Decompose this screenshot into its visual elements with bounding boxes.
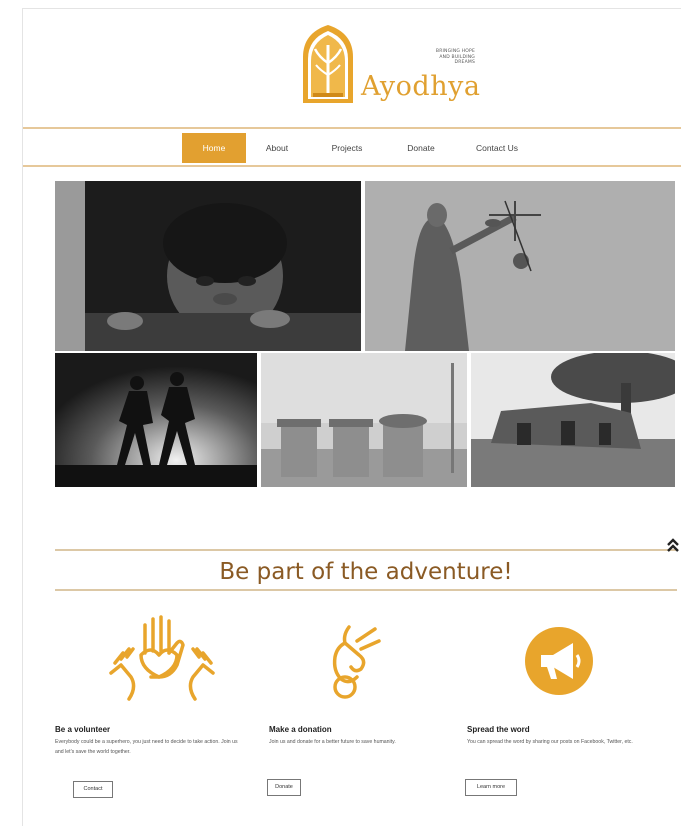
lady-justice-statue-photo xyxy=(365,181,675,351)
hand-coin-icon xyxy=(332,625,381,699)
feature-description: You can spread the word by sharing our p… xyxy=(467,739,633,745)
section-title: Be part of the adventure! xyxy=(219,559,513,585)
ayodhya-logo-icon xyxy=(303,25,353,103)
divider xyxy=(55,589,677,591)
nav-item-donate[interactable]: Donate xyxy=(386,133,456,163)
learn-more-button[interactable]: Learn more xyxy=(465,779,517,796)
feature-donation: Make a donation Join us and donate for a… xyxy=(267,615,453,805)
feature-description: Everybody could be a superhero, you just… xyxy=(55,739,238,755)
brand-tagline: BRINGING HOPE AND BUILDING DREAMS xyxy=(435,49,475,65)
page-frame: BRINGING HOPE AND BUILDING DREAMS Ayodhy… xyxy=(22,8,681,826)
feature-spread-word: Spread the word You can spread the word … xyxy=(465,615,651,805)
megaphone-icon xyxy=(525,627,593,695)
child-peeking-photo xyxy=(55,181,361,351)
raised-hands-heart-icon xyxy=(109,615,215,701)
nav-item-contact-us[interactable]: Contact Us xyxy=(456,133,538,163)
double-chevron-up-icon xyxy=(667,538,679,552)
trash-bins-photo xyxy=(261,353,467,487)
feature-title: Make a donation xyxy=(269,725,332,734)
scroll-to-top-button[interactable] xyxy=(664,537,681,555)
nav-menu: Home About Projects Donate Contact Us xyxy=(182,133,538,165)
running-silhouettes-photo xyxy=(55,353,257,487)
contact-button[interactable]: Contact xyxy=(73,781,113,798)
rural-huts-photo xyxy=(471,353,675,487)
divider xyxy=(55,549,677,551)
nav-item-home[interactable]: Home xyxy=(182,133,246,163)
feature-title: Be a volunteer xyxy=(55,725,111,734)
feature-volunteer: Be a volunteer Everybody could be a supe… xyxy=(55,615,241,805)
nav-item-projects[interactable]: Projects xyxy=(308,133,386,163)
nav-item-about[interactable]: About xyxy=(246,133,308,163)
site-logo[interactable]: BRINGING HOPE AND BUILDING DREAMS Ayodhy… xyxy=(299,23,481,107)
donate-button[interactable]: Donate xyxy=(267,779,301,796)
feature-title: Spread the word xyxy=(467,725,530,734)
main-navigation: Home About Projects Donate Contact Us xyxy=(23,127,681,167)
feature-description: Join us and donate for a better future t… xyxy=(269,739,396,745)
brand-name: Ayodhya xyxy=(361,71,481,102)
